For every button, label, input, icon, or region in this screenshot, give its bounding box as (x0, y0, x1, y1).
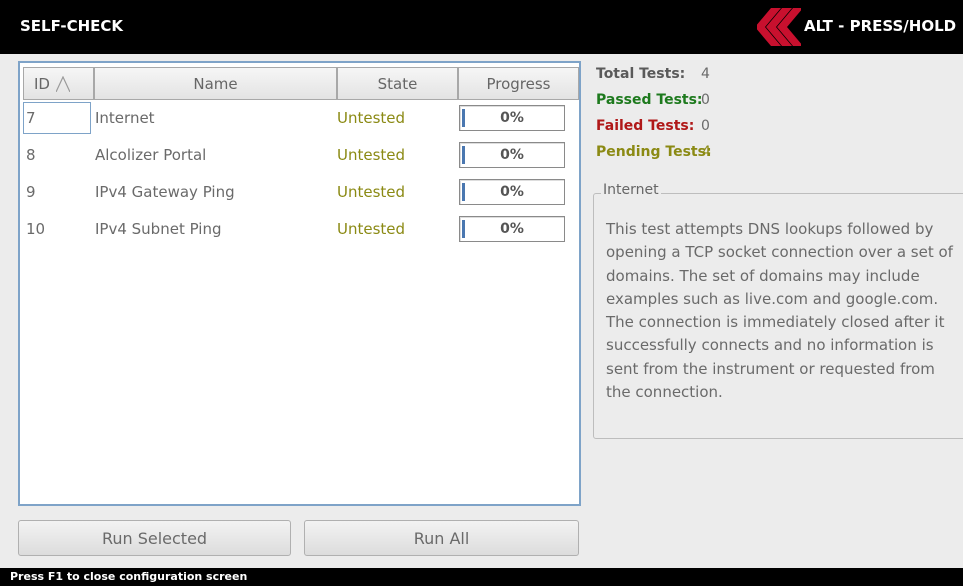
column-header-name-label: Name (193, 74, 238, 93)
progress-bar: 0% (459, 142, 565, 168)
cell-name: Alcolizer Portal (95, 146, 207, 164)
passed-tests-value: 0 (701, 92, 710, 108)
column-header-state-label: State (377, 74, 418, 93)
table-row[interactable]: 9 IPv4 Gateway Ping Untested 0% (23, 176, 577, 208)
test-detail-description: This test attempts DNS lookups followed … (606, 220, 953, 402)
header-bar: SELF-CHECK ALT - PRESS/HOLD (0, 0, 963, 54)
pending-tests-label: Pending Tests: (596, 144, 712, 160)
page-title: SELF-CHECK (20, 17, 124, 35)
cell-name: Internet (95, 109, 155, 127)
table-row[interactable]: 8 Alcolizer Portal Untested 0% (23, 139, 577, 171)
pending-tests-value: 4 (702, 144, 711, 160)
progress-text: 0% (500, 221, 524, 237)
progress-bar: 0% (459, 105, 565, 131)
run-all-button[interactable]: Run All (304, 520, 579, 556)
failed-tests-value: 0 (701, 118, 710, 134)
sort-ascending-icon (55, 75, 70, 92)
footer-bar: Press F1 to close configuration screen (0, 568, 963, 586)
cell-state: Untested (337, 183, 406, 201)
alt-press-hold-label[interactable]: ALT - PRESS/HOLD (804, 17, 956, 35)
cell-name: IPv4 Subnet Ping (95, 220, 222, 238)
column-header-id-label: ID (34, 74, 50, 93)
column-header-progress-label: Progress (486, 74, 551, 93)
cell-id: 9 (26, 183, 36, 201)
progress-bar: 0% (459, 179, 565, 205)
progress-bar: 0% (459, 216, 565, 242)
test-table[interactable]: ID Name State Progress 7 Internet Untest… (18, 61, 581, 506)
table-row[interactable]: 7 Internet Untested 0% (23, 102, 577, 134)
column-header-progress[interactable]: Progress (458, 67, 579, 100)
column-header-state[interactable]: State (337, 67, 458, 100)
cell-id: 7 (23, 102, 91, 134)
cell-id: 8 (26, 146, 36, 164)
progress-text: 0% (500, 110, 524, 126)
passed-tests-label: Passed Tests: (596, 92, 703, 108)
total-tests-value: 4 (701, 66, 710, 82)
failed-tests-label: Failed Tests: (596, 118, 695, 134)
progress-text: 0% (500, 184, 524, 200)
progress-text: 0% (500, 147, 524, 163)
column-header-name[interactable]: Name (94, 67, 337, 100)
test-detail-title: Internet (601, 182, 661, 198)
run-selected-button[interactable]: Run Selected (18, 520, 291, 556)
total-tests-label: Total Tests: (596, 66, 686, 82)
cell-name: IPv4 Gateway Ping (95, 183, 235, 201)
cell-id: 10 (26, 220, 46, 238)
column-header-id[interactable]: ID (23, 67, 94, 100)
cell-state: Untested (337, 220, 406, 238)
footer-hint: Press F1 to close configuration screen (10, 570, 248, 583)
cell-state: Untested (337, 146, 406, 164)
table-row[interactable]: 10 IPv4 Subnet Ping Untested 0% (23, 213, 577, 245)
cell-state: Untested (337, 109, 406, 127)
alt-chevrons-icon (757, 8, 801, 46)
